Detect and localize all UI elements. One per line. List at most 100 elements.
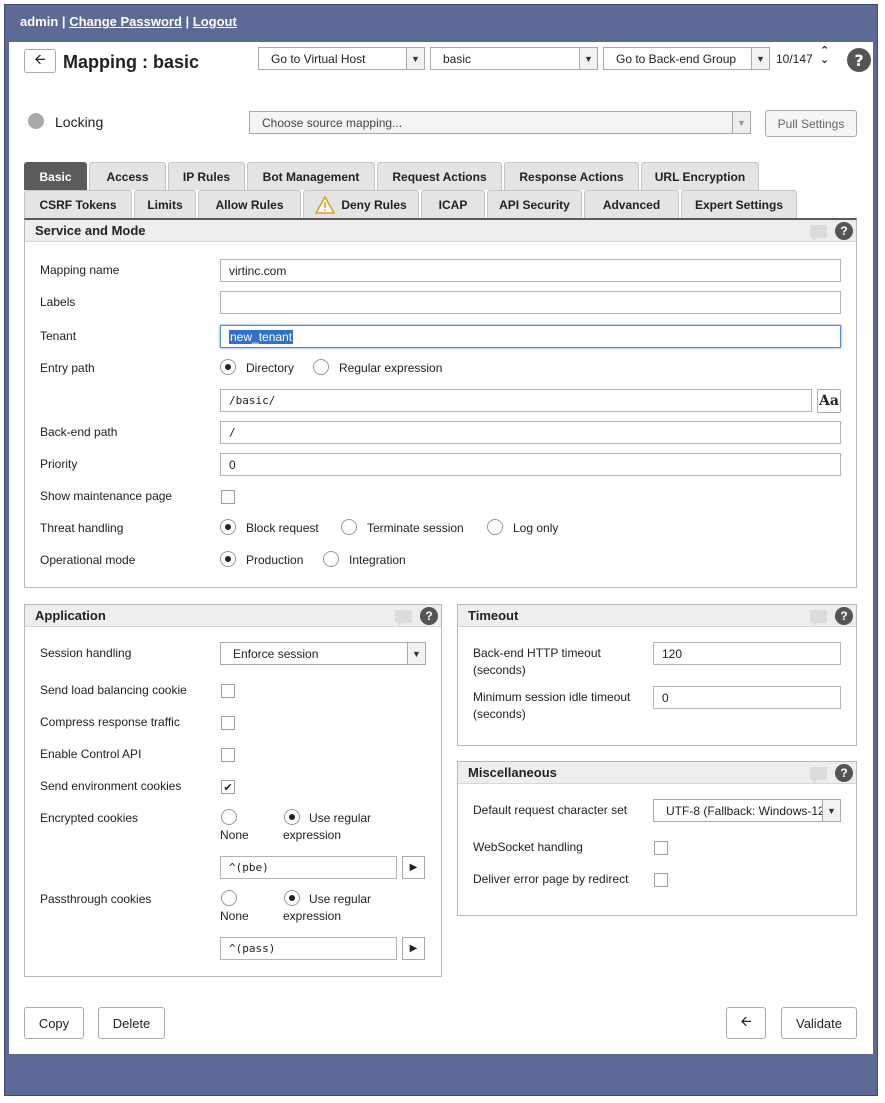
tab-csrf-tokens[interactable]: CSRF Tokens bbox=[24, 190, 132, 218]
help-icon[interactable]: ? bbox=[835, 764, 853, 782]
radio-production[interactable] bbox=[220, 551, 236, 567]
tab-icap[interactable]: ICAP bbox=[421, 190, 485, 218]
help-icon[interactable]: ? bbox=[847, 48, 871, 72]
radio-use-regex-label: Use regular bbox=[309, 811, 372, 825]
radio-block-request[interactable] bbox=[220, 519, 236, 535]
tenant-label: Tenant bbox=[40, 329, 77, 343]
panel-title: Application bbox=[35, 608, 106, 623]
tab-deny-rules[interactable]: Deny Rules bbox=[303, 190, 419, 218]
entry-path-input[interactable]: /basic/ bbox=[220, 389, 812, 412]
radio-terminate-session-label: Terminate session bbox=[367, 521, 464, 535]
radio-passthrough-regex[interactable] bbox=[284, 890, 300, 906]
change-password-link[interactable]: Change Password bbox=[69, 14, 182, 29]
tab-basic[interactable]: Basic bbox=[24, 162, 87, 190]
virtual-host-select[interactable]: basic ▼ bbox=[430, 47, 598, 70]
radio-log-only-label: Log only bbox=[513, 521, 559, 535]
control-api-checkbox[interactable] bbox=[221, 748, 235, 762]
username: admin bbox=[20, 14, 59, 29]
copy-button[interactable]: Copy bbox=[24, 1007, 84, 1039]
delete-button[interactable]: Delete bbox=[98, 1007, 165, 1039]
comment-icon[interactable] bbox=[810, 610, 827, 627]
radio-directory[interactable] bbox=[220, 359, 236, 375]
comment-icon[interactable] bbox=[810, 767, 827, 784]
radio-encrypted-none[interactable] bbox=[221, 809, 237, 825]
tab-response-actions[interactable]: Response Actions bbox=[504, 162, 639, 190]
tab-access[interactable]: Access bbox=[89, 162, 166, 190]
mapping-name-input[interactable]: virtinc.com bbox=[220, 259, 841, 282]
radio-regex-label: Regular expression bbox=[339, 361, 443, 375]
env-cookies-label: Send environment cookies bbox=[40, 779, 182, 793]
tab-api-security[interactable]: API Security bbox=[487, 190, 582, 218]
panel-title: Miscellaneous bbox=[468, 765, 557, 780]
goto-backend-group-select[interactable]: Go to Back-end Group ▼ bbox=[603, 47, 770, 70]
radio-regular-expression[interactable] bbox=[313, 359, 329, 375]
operational-mode-label: Operational mode bbox=[40, 553, 136, 567]
comment-icon[interactable] bbox=[395, 610, 412, 627]
tab-url-encryption[interactable]: URL Encryption bbox=[641, 162, 759, 190]
tab-expert-settings[interactable]: Expert Settings bbox=[681, 190, 797, 218]
panel-header: Application ? bbox=[25, 605, 441, 627]
priority-input[interactable]: 0 bbox=[220, 453, 841, 476]
tab-request-actions[interactable]: Request Actions bbox=[377, 162, 502, 190]
maintenance-page-checkbox[interactable] bbox=[221, 490, 235, 504]
play-icon[interactable]: ▶ bbox=[402, 856, 425, 879]
pull-settings-button[interactable]: Pull Settings bbox=[765, 110, 857, 137]
lb-cookie-checkbox[interactable] bbox=[221, 684, 235, 698]
encrypted-cookies-input[interactable]: ^(pbe) bbox=[220, 856, 397, 879]
radio-integration[interactable] bbox=[323, 551, 339, 567]
charset-select[interactable]: UTF-8 (Fallback: Windows-1252) ▼ bbox=[653, 799, 841, 822]
idle-timeout-input[interactable]: 0 bbox=[653, 686, 841, 709]
session-handling-label: Session handling bbox=[40, 646, 132, 660]
radio-passthrough-none[interactable] bbox=[221, 890, 237, 906]
tab-bot-management[interactable]: Bot Management bbox=[247, 162, 375, 190]
backend-path-input[interactable]: / bbox=[220, 421, 841, 444]
case-sensitive-button[interactable]: Aa bbox=[817, 389, 841, 413]
radio-encrypted-regex[interactable] bbox=[284, 809, 300, 825]
tenant-input[interactable]: new_tenant bbox=[220, 325, 841, 348]
radio-use-regex-label-2: expression bbox=[283, 909, 342, 923]
radio-none-label: None bbox=[220, 828, 249, 842]
tab-advanced[interactable]: Advanced bbox=[584, 190, 679, 218]
goto-virtual-host-select[interactable]: Go to Virtual Host ▼ bbox=[258, 47, 425, 70]
select-placeholder: Choose source mapping... bbox=[262, 115, 403, 130]
compress-checkbox[interactable] bbox=[221, 716, 235, 730]
help-icon[interactable]: ? bbox=[420, 607, 438, 625]
panel-header: Service and Mode ? bbox=[25, 220, 856, 242]
label-line: (seconds) bbox=[473, 663, 526, 677]
labels-input[interactable] bbox=[220, 291, 841, 314]
error-page-checkbox[interactable] bbox=[654, 873, 668, 887]
labels-label: Labels bbox=[40, 295, 76, 309]
select-value: Go to Virtual Host bbox=[271, 51, 366, 66]
backend-path-label: Back-end path bbox=[40, 425, 118, 439]
comment-icon[interactable] bbox=[810, 225, 827, 242]
validate-button[interactable]: Validate bbox=[781, 1007, 857, 1039]
mapping-name-label: Mapping name bbox=[40, 263, 120, 277]
play-icon[interactable]: ▶ bbox=[402, 937, 425, 960]
env-cookies-checkbox[interactable]: ✔ bbox=[221, 780, 235, 794]
radio-log-only[interactable] bbox=[487, 519, 503, 535]
chevron-down-icon: ▼ bbox=[822, 800, 840, 821]
label-line: Back-end HTTP timeout bbox=[473, 646, 601, 660]
tab-ip-rules[interactable]: IP Rules bbox=[168, 162, 245, 190]
chevron-down-icon: ▼ bbox=[579, 48, 597, 69]
http-timeout-input[interactable]: 120 bbox=[653, 642, 841, 665]
tab-label: Deny Rules bbox=[341, 197, 407, 212]
radio-terminate-session[interactable] bbox=[341, 519, 357, 535]
label-line: Minimum session idle timeout bbox=[473, 690, 631, 704]
websocket-checkbox[interactable] bbox=[654, 841, 668, 855]
page-title: Mapping : basic bbox=[63, 52, 200, 72]
help-icon[interactable]: ? bbox=[835, 607, 853, 625]
passthrough-cookies-input[interactable]: ^(pass) bbox=[220, 937, 397, 960]
session-handling-select[interactable]: Enforce session ▼ bbox=[220, 642, 426, 665]
back-button[interactable]: 🡨 bbox=[24, 49, 56, 73]
arrow-left-icon: 🡨 bbox=[740, 1013, 752, 1029]
logout-link[interactable]: Logout bbox=[193, 14, 237, 29]
source-mapping-select[interactable]: Choose source mapping... ▼ bbox=[249, 111, 751, 134]
up-down-stepper-icon[interactable]: ⌃ ⌄ bbox=[820, 45, 829, 65]
tab-limits[interactable]: Limits bbox=[134, 190, 196, 218]
back-button[interactable]: 🡨 bbox=[726, 1007, 766, 1039]
panel-title: Timeout bbox=[468, 608, 519, 623]
tab-allow-rules[interactable]: Allow Rules bbox=[198, 190, 301, 218]
panel-title: Service and Mode bbox=[35, 223, 146, 238]
help-icon[interactable]: ? bbox=[835, 222, 853, 240]
